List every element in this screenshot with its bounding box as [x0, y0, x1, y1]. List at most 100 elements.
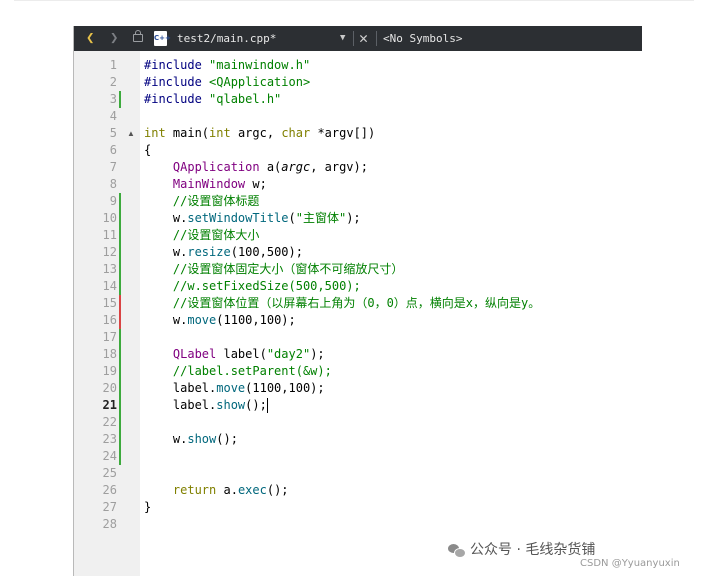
code-token: argc — [281, 160, 311, 174]
code-line[interactable]: 20 label.move(1100,100); — [74, 380, 642, 397]
code-token: { — [144, 143, 152, 157]
line-number: 24 — [102, 449, 117, 463]
code-token: //设置窗体大小 — [144, 228, 260, 242]
code-token: "mainwindow.h" — [209, 58, 311, 72]
code-line[interactable]: 3 #include "qlabel.h" — [74, 91, 642, 108]
code-line[interactable]: 4 — [74, 108, 642, 125]
code-text: //设置窗体标题 — [144, 193, 259, 210]
code-token: MainWindow — [144, 177, 246, 191]
watermark-text: 公众号 · 毛线杂货铺 — [470, 542, 596, 558]
saved-change-marker — [119, 414, 121, 431]
code-text: } — [144, 499, 151, 516]
code-line[interactable]: 18 QLabel label("day2"); — [74, 346, 642, 363]
code-text: //设置窗体大小 — [144, 227, 259, 244]
line-number: 19 — [102, 364, 117, 378]
code-line[interactable]: 16 w.move(1100,100); — [74, 312, 642, 329]
code-token: #include — [144, 58, 210, 72]
code-token: } — [144, 500, 152, 514]
code-line[interactable]: 23 w.show(); — [74, 431, 642, 448]
code-token: w. — [144, 313, 188, 327]
code-token: "day2" — [266, 347, 311, 361]
code-line[interactable]: 8 MainWindow w; — [74, 176, 642, 193]
code-line[interactable]: 6{ — [74, 142, 642, 159]
code-line[interactable]: 24 — [74, 448, 642, 465]
saved-change-marker — [119, 193, 121, 210]
saved-change-marker — [119, 244, 121, 261]
line-number: 12 — [102, 245, 117, 259]
code-text: int main(int argc, char *argv[]) — [144, 125, 375, 142]
code-line[interactable]: 14 //w.setFixedSize(500,500); — [74, 278, 642, 295]
saved-change-marker — [119, 329, 121, 346]
code-text: w.resize(100,500); — [144, 244, 303, 261]
code-line[interactable]: 25 — [74, 465, 642, 482]
code-token: show — [216, 398, 246, 412]
code-line[interactable]: 12 w.resize(100,500); — [74, 244, 642, 261]
saved-change-marker — [119, 227, 121, 244]
line-number: 8 — [109, 177, 117, 191]
saved-change-marker — [119, 431, 121, 448]
line-number: 2 — [109, 75, 117, 89]
code-line[interactable]: 17 — [74, 329, 642, 346]
code-token: //设置窗体标题 — [144, 194, 260, 208]
code-text: label.move(1100,100); — [144, 380, 325, 397]
code-line[interactable]: 28 — [74, 516, 642, 533]
file-dropdown-icon[interactable]: ▼ — [340, 26, 345, 51]
code-token: , argv); — [310, 160, 368, 174]
unsaved-change-marker — [119, 295, 121, 312]
code-line[interactable]: 11 //设置窗体大小 — [74, 227, 642, 244]
line-number: 13 — [102, 262, 117, 276]
line-number: 11 — [102, 228, 117, 242]
code-line[interactable]: 22 — [74, 414, 642, 431]
code-line[interactable]: 2 #include <QApplication> — [74, 74, 642, 91]
code-text: QApplication a(argc, argv); — [144, 159, 368, 176]
code-line[interactable]: 13 //设置窗体固定大小（窗体不可缩放尺寸） — [74, 261, 642, 278]
code-token: w. — [144, 211, 188, 225]
code-line[interactable]: 9 //设置窗体标题 — [74, 193, 642, 210]
editor-toolbar: ❮ ❯ C++ test2/main.cpp* ▼ ✕ <No Symbols> — [74, 26, 642, 51]
line-number: 21 — [102, 398, 117, 412]
code-line[interactable]: 26 return a.exec(); — [74, 482, 642, 499]
code-text: { — [144, 142, 151, 159]
code-line[interactable]: 21 label.show(); — [74, 397, 642, 414]
line-number: 20 — [102, 381, 117, 395]
line-number: 25 — [102, 466, 117, 480]
code-text: //label.setParent(&w); — [144, 363, 332, 380]
saved-change-marker — [119, 346, 121, 363]
code-token: ( — [288, 211, 296, 225]
chevron-right-icon[interactable]: ❯ — [110, 26, 118, 51]
code-text: //w.setFixedSize(500,500); — [144, 278, 361, 295]
code-token: char — [281, 126, 311, 140]
code-line[interactable]: 7 QApplication a(argc, argv); — [74, 159, 642, 176]
code-token: //设置窗体固定大小（窗体不可缩放尺寸） — [144, 262, 404, 276]
code-line[interactable]: 19 //label.setParent(&w); — [74, 363, 642, 380]
code-line[interactable]: 10 w.setWindowTitle("主窗体"); — [74, 210, 642, 227]
code-line[interactable]: 1 #include "mainwindow.h" — [74, 57, 642, 74]
code-line[interactable]: 15 //设置窗体位置（以屏幕右上角为（0，0）点，横向是x，纵向是y。 — [74, 295, 642, 312]
open-file-name[interactable]: test2/main.cpp* — [177, 26, 276, 51]
fold-marker-icon[interactable]: ▲ — [127, 129, 135, 138]
unsaved-change-marker — [119, 312, 121, 329]
line-number: 27 — [102, 500, 117, 514]
line-number: 1 — [109, 58, 117, 72]
close-icon[interactable]: ✕ — [359, 26, 368, 51]
code-token: "主窗体" — [295, 211, 347, 225]
code-token: //设置窗体位置（以屏幕右上角为（0，0）点，横向是x，纵向是y。 — [144, 296, 541, 310]
line-number: 26 — [102, 483, 117, 497]
code-line[interactable]: 5 ▲ int main(int argc, char *argv[]) — [74, 125, 642, 142]
code-token: ); — [310, 347, 325, 361]
code-text: w.setWindowTitle("主窗体"); — [144, 210, 361, 227]
csdn-credit: CSDN @Yyuanyuxin — [580, 558, 680, 569]
code-token: a( — [259, 160, 282, 174]
code-text: #include "qlabel.h" — [144, 91, 281, 108]
line-number: 5 — [109, 126, 117, 140]
code-line[interactable]: 27} — [74, 499, 642, 516]
toolbar-divider — [376, 31, 377, 46]
line-number: 23 — [102, 432, 117, 446]
line-number: 3 — [109, 92, 117, 106]
code-token: label( — [216, 347, 267, 361]
symbols-dropdown[interactable]: <No Symbols> — [383, 26, 462, 51]
chevron-left-icon[interactable]: ❮ — [86, 26, 94, 51]
code-text: w.move(1100,100); — [144, 312, 296, 329]
code-token: label. — [144, 398, 217, 412]
lock-icon[interactable] — [133, 30, 143, 42]
